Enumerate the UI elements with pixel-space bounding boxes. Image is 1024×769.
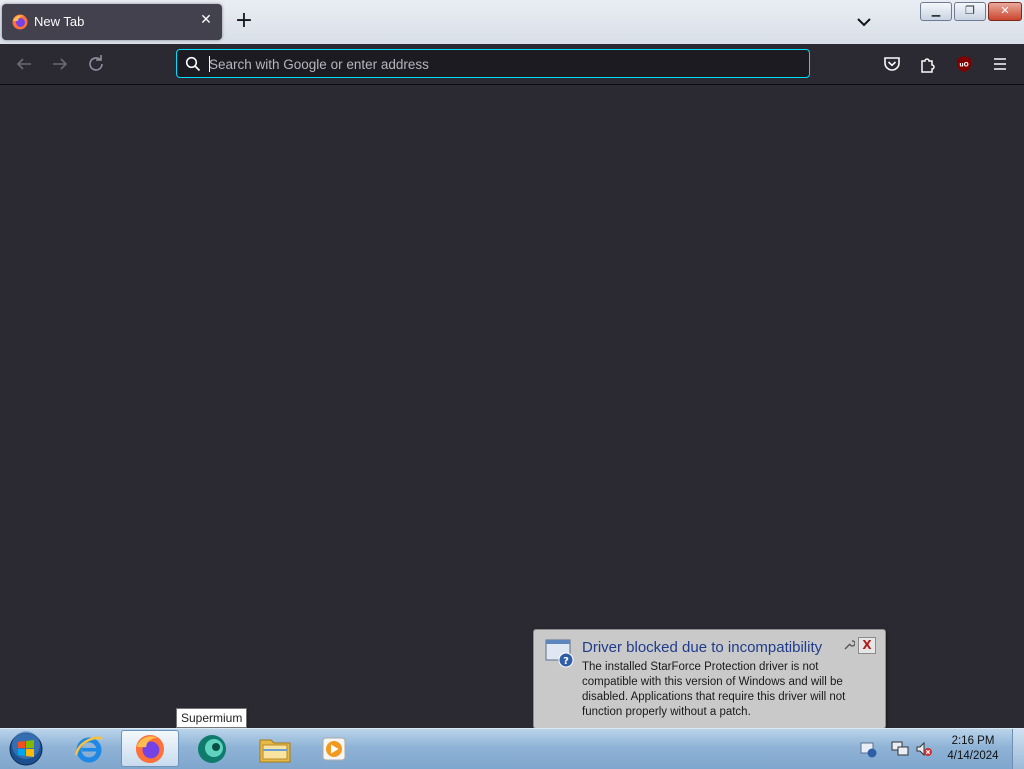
start-orb-icon[interactable] xyxy=(6,731,46,767)
firefox-icon xyxy=(135,734,165,764)
list-all-tabs-chevron-icon[interactable] xyxy=(852,10,876,34)
taskbar-item-explorer[interactable] xyxy=(246,730,304,767)
media-player-icon xyxy=(322,737,346,761)
close-window-button[interactable]: ✕ xyxy=(988,2,1022,21)
menu-hamburger-icon[interactable] xyxy=(988,52,1012,76)
window-controls: ▁ ❐ ✕ xyxy=(920,2,1022,21)
tab-close-icon[interactable]: ✕ xyxy=(196,10,216,30)
ie-icon xyxy=(74,736,103,763)
volume-muted-icon[interactable] xyxy=(914,739,934,759)
clock-date: 4/14/2024 xyxy=(947,750,999,762)
minimize-button[interactable]: ▁ xyxy=(920,2,952,21)
folder-icon xyxy=(259,739,291,763)
taskbar-item-internet-explorer[interactable] xyxy=(60,730,118,767)
taskbar: 2:16 PM 4/14/2024 xyxy=(0,728,1024,769)
taskbar-item-supermium[interactable] xyxy=(184,730,242,767)
search-icon xyxy=(185,56,201,72)
notification-title: Driver blocked due to incompatibility xyxy=(582,639,823,656)
pocket-icon[interactable] xyxy=(880,52,904,76)
back-arrow-icon[interactable] xyxy=(12,52,36,76)
taskbar-item-media-player[interactable] xyxy=(306,730,364,767)
address-bar[interactable] xyxy=(176,49,810,78)
extensions-puzzle-icon[interactable] xyxy=(916,52,940,76)
show-desktop-button[interactable] xyxy=(1012,729,1024,769)
tab-new-tab[interactable]: New Tab ✕ xyxy=(2,4,222,40)
text-caret xyxy=(209,56,210,72)
new-tab-button[interactable]: + xyxy=(232,10,256,34)
network-icon[interactable] xyxy=(890,739,910,759)
close-icon: ✕ xyxy=(1000,4,1010,17)
notification-body: The installed StarForce Protection drive… xyxy=(582,661,846,718)
search-input[interactable] xyxy=(209,53,799,75)
tab-strip: New Tab ✕ + ▁ ❐ ✕ xyxy=(0,0,1024,44)
tab-title: New Tab xyxy=(34,14,85,29)
taskbar-tooltip: Supermium xyxy=(176,708,248,728)
action-center-flag-icon[interactable] xyxy=(858,739,878,759)
restore-icon: ❐ xyxy=(965,4,975,17)
supermium-icon xyxy=(198,735,226,763)
restore-button[interactable]: ❐ xyxy=(954,2,986,21)
minimize-icon: ▁ xyxy=(931,4,941,17)
svg-text:uO: uO xyxy=(959,62,968,69)
window-question-icon: ? xyxy=(545,639,574,668)
taskbar-clock[interactable]: 2:16 PM 4/14/2024 xyxy=(938,734,1008,764)
ublock-origin-icon[interactable]: uO xyxy=(952,52,976,76)
forward-arrow-icon[interactable] xyxy=(48,52,72,76)
clock-time: 2:16 PM xyxy=(951,735,995,747)
firefox-icon xyxy=(12,14,28,30)
reload-icon[interactable] xyxy=(84,52,108,76)
svg-text:?: ? xyxy=(563,656,569,667)
options-wrench-icon[interactable] xyxy=(843,639,855,651)
nav-toolbar: uO xyxy=(0,44,1024,85)
driver-blocked-notification[interactable]: ? Driver blocked due to incompatibility … xyxy=(533,629,886,742)
notification-close-button[interactable]: X xyxy=(858,637,876,654)
taskbar-item-firefox[interactable] xyxy=(121,730,179,767)
